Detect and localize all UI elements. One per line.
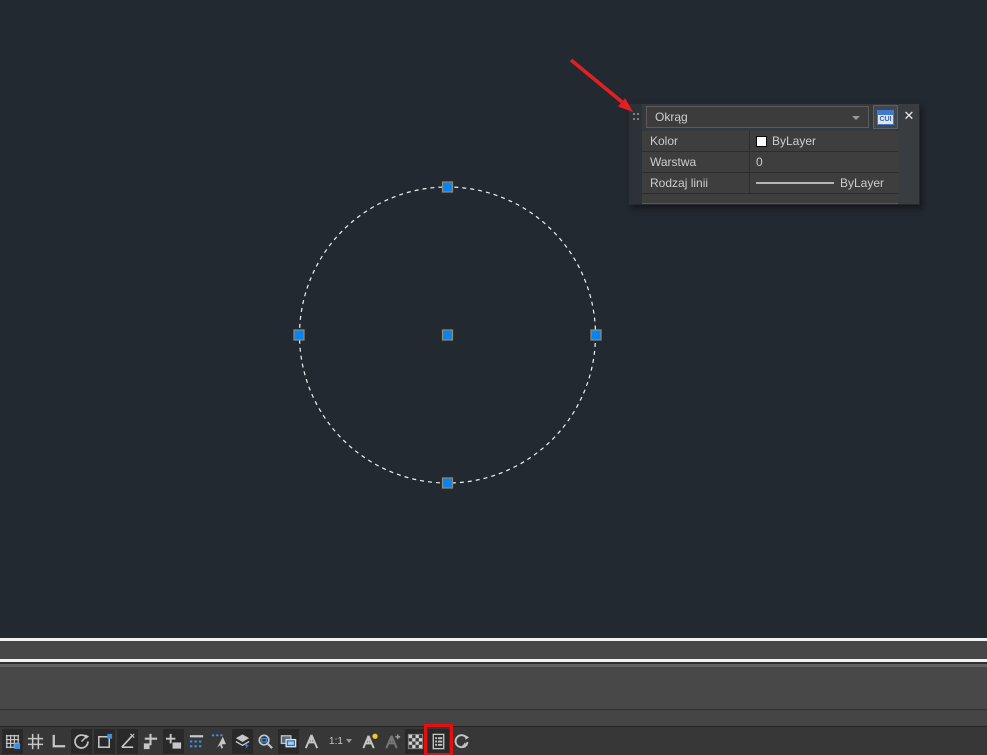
panel-drag-gutter[interactable]: [629, 104, 642, 204]
layout-bar: [0, 641, 987, 659]
quick-properties-icon: [429, 732, 448, 751]
status-bar: 1:1: [0, 726, 987, 755]
layer-value-field[interactable]: 0: [750, 152, 898, 172]
annotation-scale-value: 1:1: [329, 729, 343, 754]
annotation-scale-button[interactable]: 1:1: [324, 729, 357, 754]
properties-table: Kolor ByLayer Warstwa 0 Rodzaj linii: [642, 131, 898, 204]
cui-button[interactable]: CUI: [873, 105, 898, 129]
property-label: Kolor: [642, 131, 750, 151]
object-snap-icon: [141, 732, 160, 751]
isometric-drafting-button[interactable]: [94, 729, 115, 754]
color-swatch: [756, 136, 767, 147]
close-icon[interactable]: ✕: [901, 108, 917, 124]
panel-main: Okrąg CUI Kolor ByLayer: [642, 104, 898, 204]
linetype-preview-line: [756, 182, 834, 184]
zoom-object-button[interactable]: [255, 729, 276, 754]
dynamic-input-icon: [164, 732, 183, 751]
annotation-visibility-button[interactable]: [301, 729, 322, 754]
color-value-field[interactable]: ByLayer: [750, 131, 898, 151]
property-label: Rodzaj linii: [642, 173, 750, 193]
drag-handle-icon: [632, 112, 639, 122]
panel-header: Okrąg CUI: [642, 104, 898, 131]
snap-mode-button[interactable]: [2, 729, 23, 754]
isometric-icon: [95, 732, 114, 751]
annotation-monitor-button[interactable]: [382, 729, 403, 754]
snap-tracking-icon: [118, 732, 137, 751]
polar-tracking-button[interactable]: [71, 729, 92, 754]
layers-stack-button[interactable]: [232, 729, 253, 754]
table-row: Rodzaj linii ByLayer: [642, 173, 898, 194]
refresh-circle-icon: [452, 732, 471, 751]
autoscale-button[interactable]: [359, 729, 380, 754]
chevron-down-icon: [346, 739, 352, 743]
object-snap-tracking-button[interactable]: [117, 729, 138, 754]
object-type-value: Okrąg: [655, 110, 688, 124]
object-type-dropdown[interactable]: Okrąg: [646, 106, 869, 128]
annotation-figure-icon: [302, 732, 321, 751]
property-label: Warstwa: [642, 152, 750, 172]
table-empty-row: [642, 194, 898, 204]
polar-tracking-icon: [72, 732, 91, 751]
table-row: Warstwa 0: [642, 152, 898, 173]
table-row: Kolor ByLayer: [642, 131, 898, 152]
grip[interactable]: [443, 478, 453, 488]
autoscale-icon: [360, 732, 379, 751]
windows-icon: [279, 732, 298, 751]
selection-cursor-icon: [210, 732, 229, 751]
lineweight-button[interactable]: [186, 729, 207, 754]
grip[interactable]: [443, 330, 453, 340]
grips-group: [294, 182, 601, 488]
magnifier-icon: [256, 732, 275, 751]
checkerboard-icon: [406, 732, 425, 751]
panel-right-strip: ✕: [897, 104, 919, 204]
status-area-bar: [0, 709, 987, 726]
quick-properties-panel: ✕ Okrąg CUI Kolor ByLay: [628, 103, 920, 205]
dropdown-arrow-icon: [852, 116, 860, 120]
graphics-performance-button[interactable]: [451, 729, 472, 754]
transparency-button[interactable]: [405, 729, 426, 754]
grip[interactable]: [294, 330, 304, 340]
command-area-bar: [0, 667, 987, 709]
grip[interactable]: [591, 330, 601, 340]
grid-icon: [26, 732, 45, 751]
linetype-value-field[interactable]: ByLayer: [750, 173, 898, 193]
grip[interactable]: [443, 182, 453, 192]
dynamic-input-button[interactable]: [163, 729, 184, 754]
quick-properties-button[interactable]: [428, 729, 449, 754]
selection-cycling-button[interactable]: [209, 729, 230, 754]
ortho-mode-button[interactable]: [48, 729, 69, 754]
grid-display-button[interactable]: [25, 729, 46, 754]
viewport-windows-button[interactable]: [278, 729, 299, 754]
annotation-monitor-icon: [383, 732, 402, 751]
snap-grid-icon: [3, 732, 22, 751]
cui-icon: CUI: [877, 110, 894, 125]
autocad-window: 1:1: [0, 0, 987, 755]
object-snap-button[interactable]: [140, 729, 161, 754]
ortho-icon: [49, 732, 68, 751]
lineweight-icon: [187, 732, 206, 751]
layers-icon: [233, 732, 252, 751]
